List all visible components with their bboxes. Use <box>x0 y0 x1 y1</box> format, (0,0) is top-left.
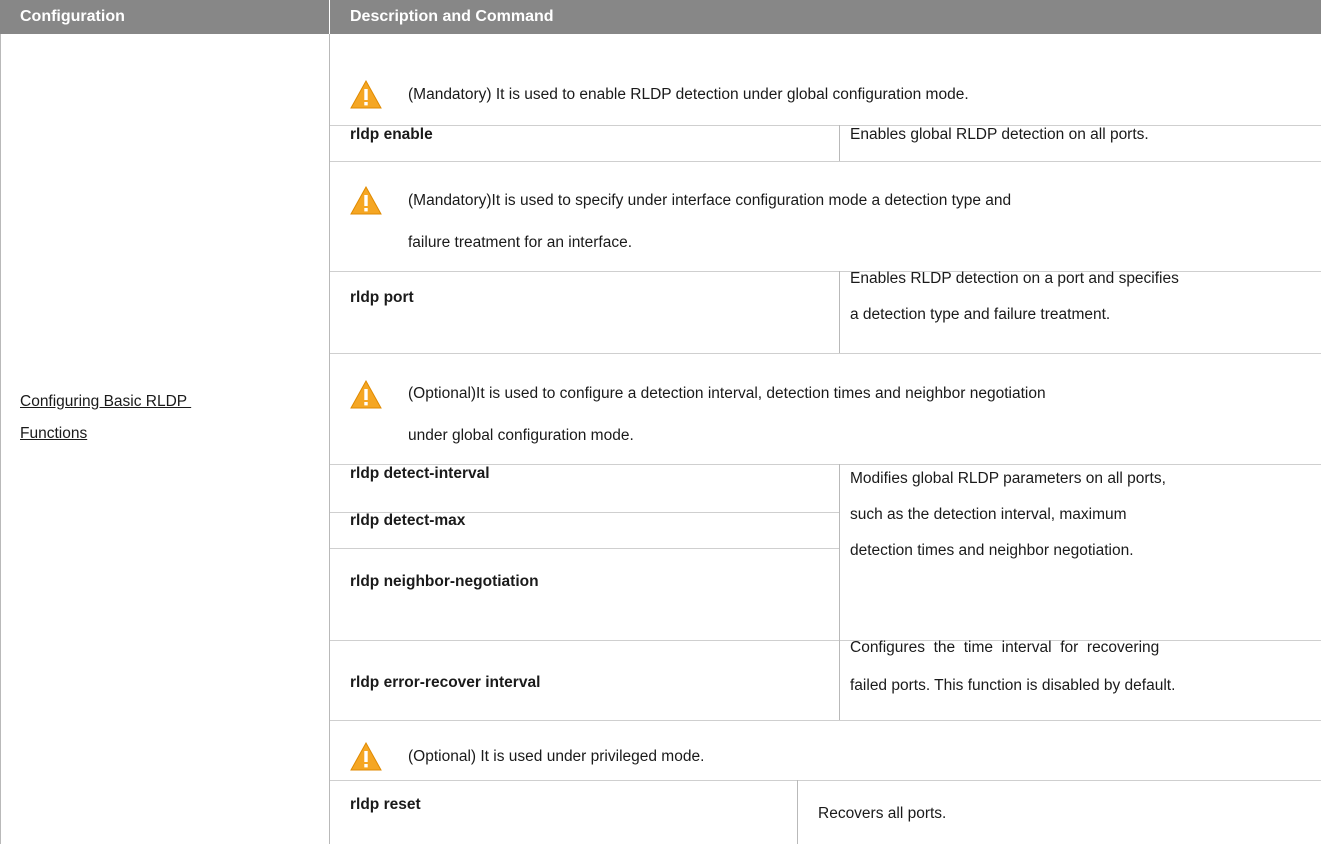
desc-rldp-enable: Enables global RLDP detection on all por… <box>850 126 1149 143</box>
command-rldp-error-recover: rldp error-recover interval <box>350 674 541 691</box>
column-divider <box>329 34 330 844</box>
desc-rldp-params-3: detection times and neighbor negotiation… <box>850 542 1134 559</box>
cell-divider <box>839 125 840 161</box>
warning-icon <box>350 741 382 771</box>
row-divider <box>330 640 1321 641</box>
row-divider <box>330 125 1321 126</box>
cell-divider <box>839 271 840 353</box>
note-optional-global-2: under global configuration mode. <box>408 427 634 444</box>
desc-rldp-reset: Recovers all ports. <box>818 805 947 822</box>
cell-divider <box>839 640 840 720</box>
command-rldp-enable: rldp enable <box>350 126 433 143</box>
note-mandatory-interface-1: (Mandatory)It is used to specify under i… <box>408 192 1012 209</box>
desc-rldp-error-recover-1: Configures the time interval for recover… <box>850 639 1160 656</box>
desc-rldp-port-2: a detection type and failure treatment. <box>850 306 1111 323</box>
command-rldp-port: rldp port <box>350 289 414 306</box>
warning-icon <box>350 185 382 215</box>
warning-icon <box>350 79 382 109</box>
cell-divider <box>797 780 798 844</box>
command-rldp-detect-interval: rldp detect-interval <box>350 465 490 482</box>
command-rldp-detect-max: rldp detect-max <box>350 512 466 529</box>
header-divider <box>329 0 330 34</box>
config-link-line2[interactable]: Functions <box>20 416 87 451</box>
row-divider <box>330 720 1321 721</box>
note-optional-privileged: (Optional) It is used under privileged m… <box>408 748 705 765</box>
note-optional-global-1: (Optional)It is used to configure a dete… <box>408 385 1046 402</box>
header-description: Description and Command <box>330 0 1321 34</box>
row-divider <box>330 548 839 549</box>
command-rldp-neighbor-negotiation: rldp neighbor-negotiation <box>350 573 539 590</box>
desc-rldp-params-1: Modifies global RLDP parameters on all p… <box>850 470 1166 487</box>
warning-icon <box>350 379 382 409</box>
desc-rldp-params-2: such as the detection interval, maximum <box>850 506 1127 523</box>
command-rldp-reset: rldp reset <box>350 796 421 813</box>
header-configuration: Configuration <box>0 0 329 34</box>
row-divider <box>330 353 1321 354</box>
note-mandatory-global: (Mandatory) It is used to enable RLDP de… <box>408 86 969 103</box>
desc-rldp-error-recover-2: failed ports. This function is disabled … <box>850 677 1176 694</box>
config-link-line1[interactable]: Configuring Basic RLDP <box>20 384 191 419</box>
cell-divider <box>839 464 840 640</box>
desc-rldp-port-1: Enables RLDP detection on a port and spe… <box>850 270 1179 287</box>
left-border <box>0 34 1 844</box>
row-divider <box>330 780 1321 781</box>
row-divider <box>330 161 1321 162</box>
note-mandatory-interface-2: failure treatment for an interface. <box>408 234 633 251</box>
